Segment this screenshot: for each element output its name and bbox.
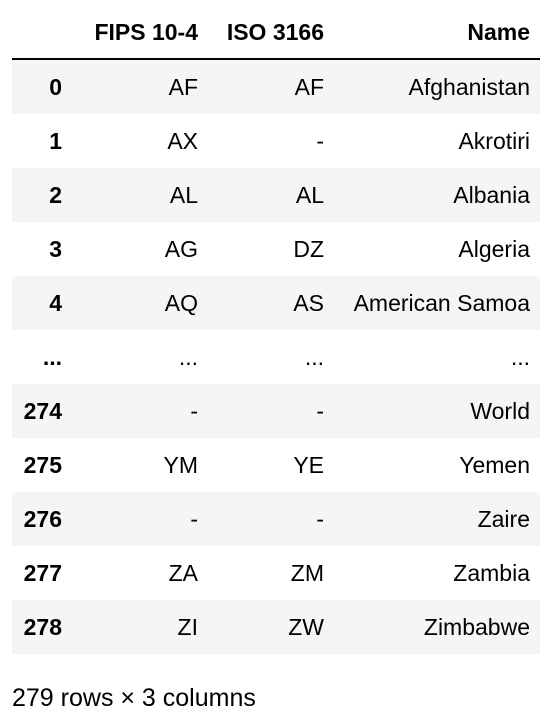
row-index: 278 [23,613,62,640]
cell-name: Algeria [458,235,530,262]
cell-iso: AS [293,289,324,316]
dataframe-shape-caption: 279 rows × 3 columns [12,684,256,712]
header-iso: ISO 3166 [208,6,334,60]
cell-fips: AQ [164,289,198,316]
cell-name: Albania [453,181,530,208]
cell-fips: - [190,397,198,424]
table-row: 278 ZI ZW Zimbabwe [12,600,540,654]
table-row: 275 YM YE Yemen [12,438,540,492]
cell-name: ... [510,343,530,370]
cell-iso: ... [304,343,324,370]
cell-name: Akrotiri [458,127,530,154]
row-index: 277 [23,559,62,586]
ellipsis-row: ... ... ... ... [12,330,540,384]
dataframe-container: FIPS 10-4 ISO 3166 Name 0 AF AF Afghanis… [12,6,540,654]
cell-iso: DZ [293,235,324,262]
cell-iso: YE [293,451,324,478]
cell-name: Zambia [453,559,530,586]
row-index: 3 [49,235,62,262]
cell-iso: - [316,397,324,424]
cell-fips: - [190,505,198,532]
row-index: 274 [23,397,62,424]
cell-fips: ZI [177,613,198,640]
cell-iso: ZW [288,613,324,640]
row-index: 4 [49,289,62,316]
cell-fips: ... [178,343,198,370]
row-index: 275 [23,451,62,478]
dataframe-table: FIPS 10-4 ISO 3166 Name 0 AF AF Afghanis… [12,6,540,654]
cell-name: Afghanistan [408,73,530,100]
cell-iso: AL [295,181,324,208]
cell-fips: AX [167,127,198,154]
cell-fips: ZA [168,559,198,586]
header-row: FIPS 10-4 ISO 3166 Name [12,6,540,60]
table-body: 0 AF AF Afghanistan 1 AX - Akrotiri 2 AL… [12,59,540,654]
row-index: 2 [49,181,62,208]
cell-iso: - [316,505,324,532]
header-name: Name [334,6,540,60]
table-row: 276 - - Zaire [12,492,540,546]
cell-name: Zaire [477,505,530,532]
table-row: 1 AX - Akrotiri [12,114,540,168]
cell-fips: AG [164,235,198,262]
cell-name: Yemen [459,451,530,478]
table-row: 274 - - World [12,384,540,438]
table-header: FIPS 10-4 ISO 3166 Name [12,6,540,60]
table-row: 0 AF AF Afghanistan [12,59,540,114]
row-index: ... [42,343,62,370]
table-row: 3 AG DZ Algeria [12,222,540,276]
table-row: 277 ZA ZM Zambia [12,546,540,600]
cell-iso: AF [294,73,324,100]
cell-fips: AF [168,73,198,100]
cell-fips: YM [163,451,199,478]
row-index: 0 [49,73,62,100]
header-index [12,6,72,60]
cell-fips: AL [169,181,198,208]
header-fips: FIPS 10-4 [72,6,208,60]
cell-iso: - [316,127,324,154]
cell-name: Zimbabwe [423,613,530,640]
cell-name: World [470,397,530,424]
row-index: 1 [49,127,62,154]
cell-iso: ZM [290,559,324,586]
table-row: 4 AQ AS American Samoa [12,276,540,330]
cell-name: American Samoa [353,289,530,316]
table-row: 2 AL AL Albania [12,168,540,222]
row-index: 276 [23,505,62,532]
